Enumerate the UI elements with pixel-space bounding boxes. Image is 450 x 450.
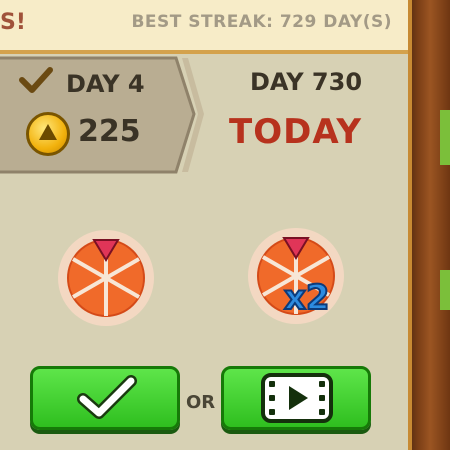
or-label: OR bbox=[186, 392, 216, 413]
check-icon bbox=[19, 67, 53, 93]
today-label: TODAY bbox=[229, 112, 362, 152]
rail-green-strip bbox=[440, 110, 450, 165]
top-banner: S! BEST STREAK: 729 DAY(S) bbox=[0, 0, 408, 54]
coin-icon bbox=[26, 112, 70, 156]
daily-reward-popup: S! BEST STREAK: 729 DAY(S) DAY 4 225 DAY… bbox=[0, 0, 450, 450]
coin-amount: 225 bbox=[78, 114, 141, 149]
current-day-label: DAY 730 bbox=[250, 68, 363, 96]
wood-rail bbox=[410, 0, 450, 450]
watch-video-button[interactable] bbox=[221, 366, 371, 430]
reward-panel: S! BEST STREAK: 729 DAY(S) DAY 4 225 DAY… bbox=[0, 0, 412, 450]
multiplier-badge: x2 bbox=[283, 277, 331, 319]
previous-day-label: DAY 4 bbox=[66, 70, 145, 98]
rail-green-strip bbox=[440, 270, 450, 310]
checkmark-icon bbox=[77, 375, 137, 419]
best-streak-label: BEST STREAK: 729 DAY(S) bbox=[131, 12, 392, 32]
claim-button[interactable] bbox=[30, 366, 180, 430]
banner-left-text: S! bbox=[0, 10, 26, 35]
spin-wheel-icon bbox=[58, 230, 154, 326]
video-icon bbox=[261, 373, 333, 423]
